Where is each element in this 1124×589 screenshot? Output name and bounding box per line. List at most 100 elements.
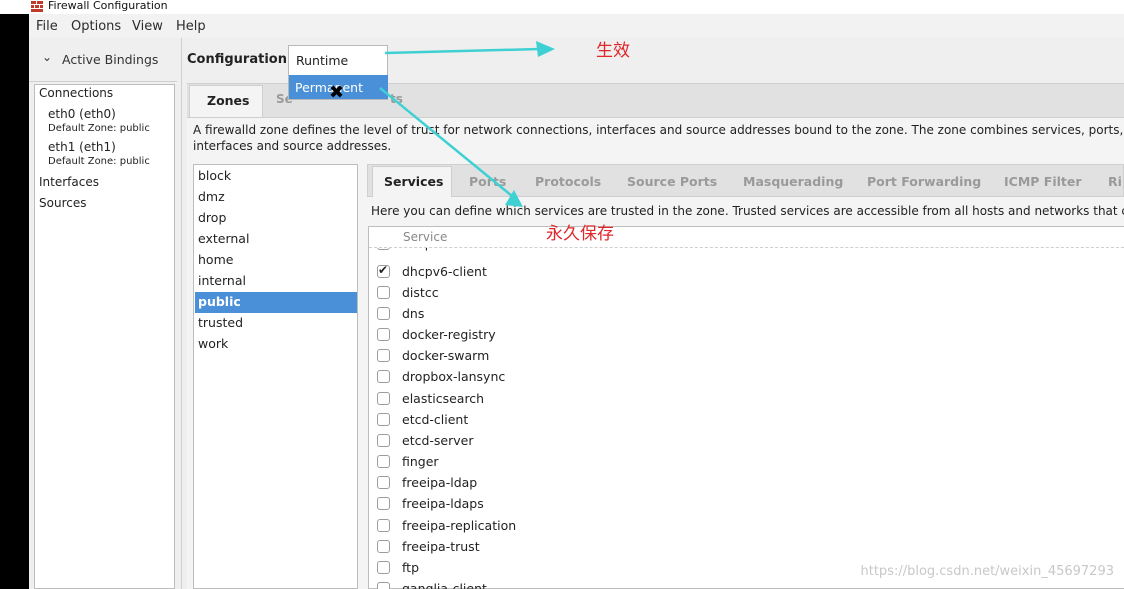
desktop-edge [0, 14, 29, 589]
service-row[interactable]: dropbox-lansync [377, 367, 877, 388]
service-name: freeipa-trust [402, 539, 480, 554]
service-row[interactable]: dns [377, 304, 877, 325]
service-row[interactable]: freeipa-ldap [377, 473, 877, 494]
zone-block[interactable]: block [198, 168, 231, 183]
config-option-runtime[interactable]: Runtime [296, 53, 348, 68]
service-row[interactable]: ftp [377, 558, 877, 579]
service-checkbox[interactable] [377, 434, 390, 447]
active-bindings-toggle[interactable]: ⌄ Active Bindings [29, 38, 177, 82]
service-checkbox[interactable] [377, 263, 390, 278]
tab-source-ports[interactable]: Source Ports [627, 174, 717, 189]
tab-rich-rules-partial[interactable]: Ri [1108, 174, 1122, 189]
service-checkbox[interactable] [377, 582, 390, 589]
service-checkbox[interactable] [377, 307, 390, 320]
tab-zones[interactable]: Zones [189, 85, 263, 117]
menubar: File Options View Help [29, 14, 1124, 38]
window-title: Firewall Configuration [48, 0, 168, 12]
service-checkbox[interactable] [377, 370, 390, 383]
service-row[interactable]: finger [377, 452, 877, 473]
connections-label[interactable]: Connections [39, 86, 113, 100]
service-name: docker-registry [402, 327, 496, 342]
service-row[interactable]: freeipa-replication [377, 516, 877, 537]
service-row[interactable]: distcc [377, 283, 877, 304]
service-checkbox[interactable] [377, 349, 390, 362]
tab-services[interactable]: Services [372, 166, 452, 197]
tab-services-label: Services [384, 174, 444, 189]
service-checkbox[interactable] [377, 286, 390, 299]
mouse-cursor-icon: ✖ [329, 82, 345, 103]
menu-view[interactable]: View [132, 19, 163, 34]
tab-masquerading[interactable]: Masquerading [743, 174, 843, 189]
connection-eth0[interactable]: eth0 (eth0) [48, 107, 116, 121]
services-column-header[interactable]: Service [369, 227, 1124, 248]
zone-public[interactable]: public [198, 294, 241, 309]
zone-description-line1: A firewalld zone defines the level of tr… [193, 123, 1123, 137]
service-name: etcd-server [402, 433, 474, 448]
pane-divider[interactable] [181, 38, 182, 589]
service-name: freeipa-replication [402, 518, 517, 533]
service-checkbox[interactable] [377, 561, 390, 574]
service-row[interactable]: freeipa-trust [377, 537, 877, 558]
service-checkbox[interactable] [377, 476, 390, 489]
service-row[interactable]: dhcpv6-client [377, 262, 877, 283]
zone-internal[interactable]: internal [198, 273, 246, 288]
service-name: dhcpv6-client [402, 264, 487, 279]
zone-description-line2: interfaces and source addresses. [193, 139, 392, 153]
tab-ports[interactable]: Ports [469, 174, 506, 189]
window-titlebar: Firewall Configuration [0, 0, 1124, 14]
service-name: etcd-client [402, 412, 469, 427]
tab-port-forwarding[interactable]: Port Forwarding [867, 174, 981, 189]
zone-description: A firewalld zone defines the level of tr… [193, 122, 1123, 154]
service-row[interactable]: docker-swarm [377, 346, 877, 367]
service-row[interactable]: docker-registry [377, 325, 877, 346]
connection-eth1-zone: Default Zone: public [48, 156, 150, 167]
active-bindings-label: Active Bindings [62, 52, 159, 67]
zone-drop[interactable]: drop [198, 210, 226, 225]
service-name: dns [402, 306, 425, 321]
service-checkbox[interactable] [377, 540, 390, 553]
services-column-header-label: Service [403, 230, 448, 244]
menu-options[interactable]: Options [71, 19, 121, 34]
service-name: dropbox-lansync [402, 369, 506, 384]
connection-eth0-zone: Default Zone: public [48, 123, 150, 134]
bindings-panel: Connections eth0 (eth0) Default Zone: pu… [34, 84, 175, 589]
configuration-label: Configuration: [187, 52, 293, 67]
service-row[interactable]: etcd-client [377, 410, 877, 431]
zone-external[interactable]: external [198, 231, 249, 246]
services-description: Here you can define which services are t… [371, 204, 1124, 218]
service-name: distcc [402, 285, 439, 300]
tab-ipsets-partial[interactable]: ts [390, 92, 403, 106]
firewall-app-icon [31, 1, 43, 12]
connection-eth1[interactable]: eth1 (eth1) [48, 140, 116, 154]
tab-protocols[interactable]: Protocols [535, 174, 601, 189]
menu-file[interactable]: File [36, 19, 58, 34]
service-checkbox[interactable] [377, 413, 390, 426]
service-name: elasticsearch [402, 391, 485, 406]
interfaces-label[interactable]: Interfaces [39, 175, 99, 189]
tab-icmp-filter[interactable]: ICMP Filter [1004, 174, 1082, 189]
zone-list-items: block dmz drop external home internal pu… [193, 164, 358, 364]
tab-zones-label: Zones [207, 93, 250, 108]
zone-trusted[interactable]: trusted [198, 315, 243, 330]
runtime-annotation: 生效 [596, 41, 630, 61]
zone-work[interactable]: work [198, 336, 228, 351]
zone-home[interactable]: home [198, 252, 233, 267]
sources-label[interactable]: Sources [39, 196, 86, 210]
service-name: freeipa-ldap [402, 475, 478, 490]
service-checkbox[interactable] [377, 328, 390, 341]
service-checkbox[interactable] [377, 455, 390, 468]
service-name: freeipa-ldaps [402, 496, 484, 511]
watermark: https://blog.csdn.net/weixin_45697293 [860, 564, 1114, 579]
menu-help[interactable]: Help [176, 19, 206, 34]
service-row[interactable]: etcd-server [377, 431, 877, 452]
service-checkbox[interactable] [377, 519, 390, 532]
service-row[interactable]: ganglia-client [377, 579, 877, 589]
service-name: docker-swarm [402, 348, 490, 363]
permanent-annotation: 永久保存 [546, 224, 614, 244]
zone-dmz[interactable]: dmz [198, 189, 225, 204]
service-row[interactable]: elasticsearch [377, 389, 877, 410]
service-name: finger [402, 454, 439, 469]
service-row[interactable]: freeipa-ldaps [377, 494, 877, 515]
service-checkbox[interactable] [377, 497, 390, 510]
service-checkbox[interactable] [377, 392, 390, 405]
